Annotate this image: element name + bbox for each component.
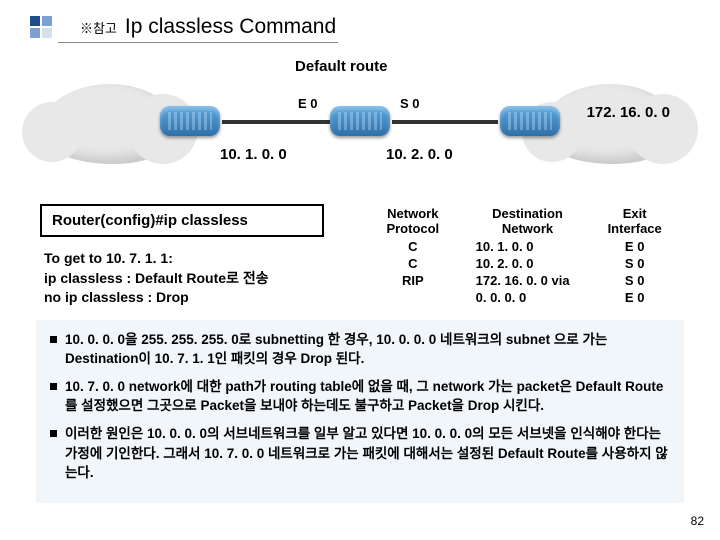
page-number: 82 — [691, 514, 704, 528]
router-right-icon — [500, 106, 560, 136]
explain-line-3: no ip classless : Drop — [44, 288, 324, 308]
network-diagram: Default route E 0 S 0 10. 1. 0. 0 10. 2.… — [40, 54, 680, 204]
col-exit: Exit Interface — [589, 204, 680, 238]
cell-exit: E 0 — [589, 238, 680, 255]
title-reference: ※참고 — [80, 18, 117, 37]
explain-line-2: ip classless : Default Route로 전송 — [44, 269, 324, 289]
cell-proto: C — [360, 238, 466, 255]
cell-exit: S 0 — [589, 255, 680, 272]
command-box: Router(config)#ip classless — [40, 204, 324, 237]
cell-exit: S 0 — [589, 272, 680, 289]
routing-table: Network Protocol Destination Network Exi… — [360, 204, 680, 306]
cell-proto: C — [360, 255, 466, 272]
explain-line-1: To get to 10. 7. 1. 1: — [44, 249, 324, 269]
explain-block: To get to 10. 7. 1. 1: ip classless : De… — [40, 249, 324, 308]
link-s0 — [392, 120, 498, 124]
cell-exit: E 0 — [589, 289, 680, 306]
table-row: C 10. 1. 0. 0 E 0 — [360, 238, 680, 255]
cloud-right-icon — [540, 84, 680, 164]
label-net-10-2: 10. 2. 0. 0 — [386, 146, 453, 163]
router-mid-icon — [330, 106, 390, 136]
label-interface-e0: E 0 — [298, 96, 318, 111]
table-row: C 10. 2. 0. 0 S 0 — [360, 255, 680, 272]
header-divider — [58, 42, 338, 43]
cell-proto — [360, 289, 466, 306]
content-row: Router(config)#ip classless To get to 10… — [40, 204, 680, 308]
table-row: 0. 0. 0. 0 E 0 — [360, 289, 680, 306]
cell-dest: 0. 0. 0. 0 — [466, 289, 590, 306]
bullet-icon — [50, 383, 57, 390]
slide-header: ※참고 Ip classless Command — [0, 0, 720, 44]
cell-dest: 172. 16. 0. 0 via — [466, 272, 590, 289]
label-net-172-16: 172. 16. 0. 0 — [587, 104, 670, 121]
table-header-row: Network Protocol Destination Network Exi… — [360, 204, 680, 238]
router-left-icon — [160, 106, 220, 136]
cloud-left-icon — [40, 84, 180, 164]
cell-dest: 10. 1. 0. 0 — [466, 238, 590, 255]
label-net-10-1: 10. 1. 0. 0 — [220, 146, 287, 163]
label-default-route: Default route — [295, 58, 388, 75]
cell-proto: RIP — [360, 272, 466, 289]
cell-dest: 10. 2. 0. 0 — [466, 255, 590, 272]
note-item: 이러한 원인은 10. 0. 0. 0의 서브네트워크를 일부 알고 있다면 1… — [50, 424, 670, 483]
note-item: 10. 7. 0. 0 network에 대한 path가 routing ta… — [50, 377, 670, 416]
note-text: 10. 7. 0. 0 network에 대한 path가 routing ta… — [65, 377, 670, 416]
label-interface-s0: S 0 — [400, 96, 420, 111]
note-text: 이러한 원인은 10. 0. 0. 0의 서브네트워크를 일부 알고 있다면 1… — [65, 424, 670, 483]
header-logo-icon — [30, 16, 52, 38]
slide-title: Ip classless Command — [125, 15, 336, 39]
table-row: RIP 172. 16. 0. 0 via S 0 — [360, 272, 680, 289]
col-protocol: Network Protocol — [360, 204, 466, 238]
bullet-icon — [50, 430, 57, 437]
notes-panel: 10. 0. 0. 0을 255. 255. 255. 0로 subnettin… — [36, 320, 684, 503]
note-text: 10. 0. 0. 0을 255. 255. 255. 0로 subnettin… — [65, 330, 670, 369]
note-item: 10. 0. 0. 0을 255. 255. 255. 0로 subnettin… — [50, 330, 670, 369]
bullet-icon — [50, 336, 57, 343]
link-e0 — [222, 120, 330, 124]
col-destination: Destination Network — [466, 204, 590, 238]
